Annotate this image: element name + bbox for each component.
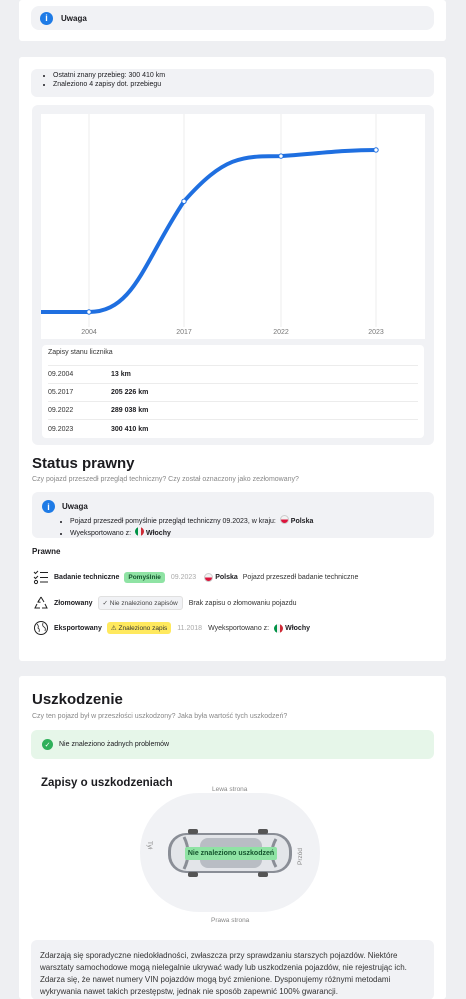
notice-title: Uwaga [62, 502, 88, 511]
italy-flag-icon [274, 623, 284, 633]
legal-row-name: Eksportowany [54, 624, 102, 632]
legal-question: Czy pojazd przeszedł przegląd techniczny… [32, 476, 299, 483]
mileage-data-point [373, 147, 379, 153]
mileage-series-line [41, 147, 378, 314]
damage-ok-box: ✓ Nie znaleziono żadnych problemów [31, 730, 434, 759]
record-date: 09.2023 [48, 425, 74, 433]
damage-card: Uszkodzenie Czy ten pojazd był w przeszł… [19, 676, 446, 999]
legal-status-title: Status prawny [32, 455, 135, 472]
status-badge: ✓ Nie znaleziono zapisów [97, 596, 183, 610]
recycle-icon [34, 596, 48, 609]
damage-records-title: Zapisy o uszkodzeniach [41, 777, 173, 789]
legal-row-scrapped: Złomowany ✓ Nie znaleziono zapisów Brak … [33, 594, 297, 612]
car-damage-status: Nie znaleziono uszkodzeń [185, 847, 277, 860]
record-date: 09.2004 [48, 371, 74, 378]
damage-disclaimer: Zdarzają się sporadyczne niedokładności,… [31, 940, 434, 999]
checklist-icon [33, 570, 48, 585]
x-tick-label: 2023 [368, 329, 384, 336]
table-row: 09.2004 13 km [48, 366, 418, 384]
x-tick-label: 2004 [81, 329, 97, 336]
status-badge-label: Nie znaleziono zapisów [109, 600, 178, 607]
notice-item-inspection: Pojazd przeszedł pomyślnie przegląd tech… [70, 515, 434, 527]
legal-row-exported: Eksportowany ⚠ Znaleziono zapis 11.2018 … [33, 619, 310, 637]
record-value: 289 038 km [111, 407, 149, 414]
damage-ok-text: Nie znaleziono żadnych problemów [59, 741, 170, 748]
record-value: 13 km [111, 371, 131, 378]
legal-notice: i Uwaga Pojazd przeszedł pomyślnie przeg… [32, 492, 434, 538]
car-label-left: Lewa strona [212, 786, 248, 793]
car-damage-diagram: Lewa strona Prawa strona Przód Tył Nie z… [140, 786, 320, 924]
record-value: 300 410 km [111, 425, 149, 433]
legal-row-desc: Brak zapisu o złomowaniu pojazdu [188, 599, 297, 607]
mileage-chart-svg: 2004 2017 2022 2023 [41, 114, 384, 336]
mileage-summary-item: Znaleziono 4 zapisy dot. przebiegu [53, 80, 434, 89]
poland-flag-icon [279, 515, 289, 524]
notice-title: Uwaga [61, 13, 87, 23]
globe-icon [34, 621, 48, 635]
mileage-chart: 2004 2017 2022 2023 [41, 114, 425, 339]
mileage-data-point [181, 198, 187, 205]
mileage-data-point [86, 309, 92, 315]
legal-row-desc: Wyeksportowano z: [208, 624, 270, 632]
status-badge: Pomyślnie [124, 571, 165, 583]
record-date: 09.2022 [48, 407, 74, 414]
mileage-chart-panel: 2004 2017 2022 2023 Zapisy stanu licznika 0… [32, 105, 434, 445]
italy-flag-icon [134, 527, 144, 536]
records-title: Zapisy stanu licznika [48, 345, 418, 366]
mileage-summary-item: Ostatni znany przebieg: 300 410 km [53, 71, 434, 80]
info-icon: i [40, 11, 53, 25]
status-badge-label: Znaleziono zapis [118, 625, 168, 632]
notice-text: Wyeksportowano z: [70, 530, 132, 537]
legal-row-country: Polska [215, 573, 238, 581]
info-icon: i [42, 500, 55, 513]
legal-row-inspection: Badanie techniczne Pomyślnie 09.2023 Pol… [33, 568, 358, 586]
x-tick-label: 2022 [273, 329, 289, 336]
legal-row-date: 09.2023 [170, 573, 197, 581]
top-card: i Uwaga [19, 0, 446, 41]
check-circle-icon: ✓ [42, 739, 53, 750]
car-label-right: Prawa strona [211, 917, 250, 924]
mileage-records-table: Zapisy stanu licznika 09.2004 13 km 05.2… [42, 345, 424, 438]
damage-title: Uszkodzenie [32, 691, 123, 708]
table-row: 09.2023 300 410 km [48, 420, 418, 438]
notice-country: Polska [290, 518, 314, 525]
legal-row-name: Badanie techniczne [54, 573, 120, 581]
mileage-data-point [278, 153, 284, 159]
legal-row-desc: Pojazd przeszedł badanie techniczne [242, 573, 359, 581]
x-tick-label: 2017 [176, 329, 192, 336]
mileage-summary: Ostatni znany przebieg: 300 410 km Znale… [31, 69, 434, 97]
table-row: 09.2022 289 038 km [48, 402, 418, 420]
notice-box: i Uwaga [31, 6, 434, 30]
poland-flag-icon [204, 572, 214, 582]
car-label-rear: Tył [146, 841, 153, 850]
notice-item-export: Wyeksportowano z: Włochy [70, 527, 434, 539]
record-value: 205 226 km [111, 389, 149, 396]
legal-row-country: Włochy [285, 624, 310, 632]
car-label-front: Przód [297, 848, 304, 865]
legal-section-label: Prawne [32, 547, 61, 556]
legal-row-name: Złomowany [54, 599, 93, 607]
table-row: 05.2017 205 226 km [48, 384, 418, 402]
damage-question: Czy ten pojazd był w przeszłości uszkodz… [32, 713, 288, 720]
notice-country: Włochy [145, 530, 171, 537]
status-badge: ⚠ Znaleziono zapis [106, 622, 172, 634]
notice-text: Pojazd przeszedł pomyślnie przegląd tech… [70, 518, 276, 525]
record-date: 05.2017 [48, 389, 74, 396]
legal-row-date: 11.2018 [177, 624, 203, 632]
